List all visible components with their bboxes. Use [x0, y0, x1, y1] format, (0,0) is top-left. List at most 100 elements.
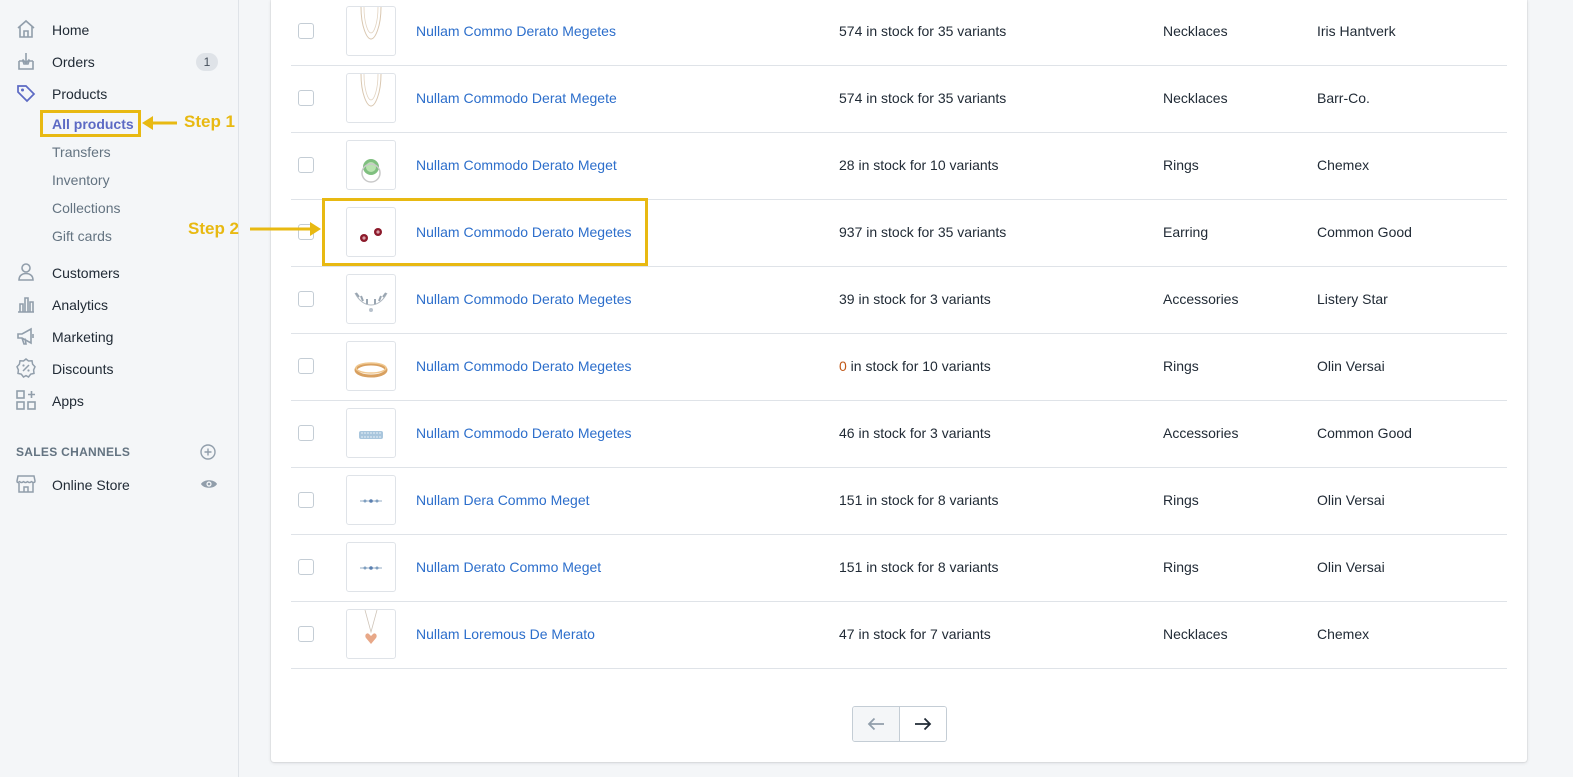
person-icon	[15, 261, 37, 283]
stock-count: 39	[839, 291, 855, 307]
stock-count: 574	[839, 90, 863, 106]
stock-count: 151	[839, 559, 863, 575]
product-row[interactable]: Nullam Commodo Derat Megete 574 in stock …	[291, 66, 1507, 133]
product-vendor: Listery Star	[1317, 291, 1388, 307]
nav-analytics[interactable]: Analytics	[0, 290, 238, 320]
product-thumbnail[interactable]	[346, 408, 396, 458]
bar-chart-icon	[15, 293, 37, 315]
product-thumbnail[interactable]	[346, 140, 396, 190]
stock-count: 28	[839, 157, 855, 173]
inventory-cell: 28 in stock for 10 variants	[839, 157, 999, 173]
row-checkbox[interactable]	[298, 425, 314, 441]
product-name-link[interactable]: Nullam Commodo Derat Megete	[416, 90, 617, 106]
product-thumbnail[interactable]	[346, 274, 396, 324]
product-name-link[interactable]: Nullam Commodo Derato Megetes	[416, 425, 632, 441]
step1-arrow	[142, 116, 177, 130]
product-name-link[interactable]: Nullam Commodo Derato Meget	[416, 157, 617, 173]
nav-home-label: Home	[52, 22, 90, 38]
row-checkbox[interactable]	[298, 90, 314, 106]
next-page-button[interactable]	[899, 707, 946, 741]
product-type: Rings	[1163, 358, 1199, 374]
product-type: Necklaces	[1163, 90, 1228, 106]
product-thumbnail[interactable]	[346, 475, 396, 525]
product-name-link[interactable]: Nullam Loremous De Merato	[416, 626, 595, 642]
stock-count: 0	[839, 358, 847, 374]
product-vendor: Olin Versai	[1317, 358, 1385, 374]
stock-variants-text: in stock for 35 variants	[862, 90, 1007, 106]
product-name-link[interactable]: Nullam Commodo Derato Megetes	[416, 358, 632, 374]
product-thumbnail[interactable]	[346, 542, 396, 592]
nav-orders[interactable]: Orders 1	[0, 47, 238, 77]
step2-label: Step 2	[188, 219, 240, 238]
product-name-link[interactable]: Nullam Commodo Derato Megetes	[416, 291, 632, 307]
row-checkbox[interactable]	[298, 626, 314, 642]
nav-marketing-label: Marketing	[52, 329, 114, 345]
stock-variants-text: in stock for 3 variants	[854, 425, 991, 441]
arrow-right-icon	[914, 717, 932, 731]
product-vendor: Chemex	[1317, 626, 1370, 642]
row-checkbox[interactable]	[298, 492, 314, 508]
product-row[interactable]: Nullam Commodo Derato Megetes 39 in stock…	[291, 267, 1507, 334]
nav-marketing[interactable]: Marketing	[0, 322, 238, 352]
product-row[interactable]: Nullam Commodo Derato Megetes 46 in stock…	[291, 401, 1507, 468]
row-checkbox[interactable]	[298, 559, 314, 575]
subnav-inventory[interactable]: Inventory	[52, 172, 110, 188]
nav-products[interactable]: Products	[0, 79, 238, 109]
stock-count: 47	[839, 626, 855, 642]
inventory-cell: 574 in stock for 35 variants	[839, 90, 1006, 106]
add-channel-icon[interactable]	[200, 444, 216, 460]
inventory-cell: 0 in stock for 10 variants	[839, 358, 991, 374]
product-row[interactable]: Nullam Loremous De Merato 47 in stock for…	[291, 602, 1507, 669]
product-row[interactable]: Nullam Commodo Derato Megetes 0 in stock …	[291, 334, 1507, 401]
nav-discounts[interactable]: Discounts	[0, 354, 238, 384]
product-thumbnail[interactable]	[346, 6, 396, 56]
product-type: Necklaces	[1163, 626, 1228, 642]
nav-customers-label: Customers	[52, 265, 120, 281]
product-type: Accessories	[1163, 425, 1239, 441]
row-checkbox[interactable]	[298, 291, 314, 307]
eye-icon[interactable]	[200, 477, 218, 491]
product-vendor: Barr-Co.	[1317, 90, 1370, 106]
inventory-cell: 46 in stock for 3 variants	[839, 425, 991, 441]
product-vendor: Common Good	[1317, 425, 1412, 441]
stock-variants-text: in stock for 8 variants	[862, 559, 999, 575]
product-row[interactable]: Nullam Dera Commo Meget 151 in stock for …	[291, 468, 1507, 535]
previous-page-button[interactable]	[853, 707, 900, 741]
product-vendor: Chemex	[1317, 157, 1370, 173]
stock-variants-text: in stock for 35 variants	[862, 224, 1007, 240]
inventory-cell: 937 in stock for 35 variants	[839, 224, 1006, 240]
inventory-cell: 151 in stock for 8 variants	[839, 559, 999, 575]
product-row[interactable]: Nullam Commodo Derato Meget 28 in stock f…	[291, 133, 1507, 200]
product-thumbnail[interactable]	[346, 609, 396, 659]
product-row[interactable]: Nullam Commo Derato Megetes 574 in stock …	[291, 0, 1507, 66]
subnav-gift-cards[interactable]: Gift cards	[52, 228, 112, 244]
product-row[interactable]: Nullam Derato Commo Meget 151 in stock fo…	[291, 535, 1507, 602]
nav-apps[interactable]: Apps	[0, 386, 238, 416]
nav-discounts-label: Discounts	[52, 361, 114, 377]
inventory-cell: 39 in stock for 3 variants	[839, 291, 991, 307]
step2-arrow	[250, 222, 321, 236]
stock-variants-text: in stock for 7 variants	[854, 626, 991, 642]
product-thumbnail[interactable]	[346, 73, 396, 123]
store-icon	[15, 473, 37, 495]
product-thumbnail[interactable]	[346, 341, 396, 391]
product-name-link[interactable]: Nullam Dera Commo Meget	[416, 492, 590, 508]
row-checkbox[interactable]	[298, 23, 314, 39]
nav-home[interactable]: Home	[0, 15, 238, 45]
nav-apps-label: Apps	[52, 393, 84, 409]
product-name-link[interactable]: Nullam Commo Derato Megetes	[416, 23, 616, 39]
orders-icon	[15, 50, 37, 72]
subnav-transfers[interactable]: Transfers	[52, 144, 111, 160]
step1-label: Step 1	[184, 112, 236, 131]
row-checkbox[interactable]	[298, 157, 314, 173]
product-name-link[interactable]: Nullam Derato Commo Meget	[416, 559, 601, 575]
products-card: Nullam Commo Derato Megetes 574 in stock …	[271, 0, 1527, 762]
nav-products-label: Products	[52, 86, 108, 102]
nav-orders-label: Orders	[52, 54, 95, 70]
row-checkbox[interactable]	[298, 358, 314, 374]
step2-highlight-box	[322, 198, 648, 266]
nav-customers[interactable]: Customers	[0, 258, 238, 288]
discount-icon	[15, 357, 37, 379]
orders-count-badge: 1	[196, 53, 218, 71]
subnav-collections[interactable]: Collections	[52, 200, 120, 216]
